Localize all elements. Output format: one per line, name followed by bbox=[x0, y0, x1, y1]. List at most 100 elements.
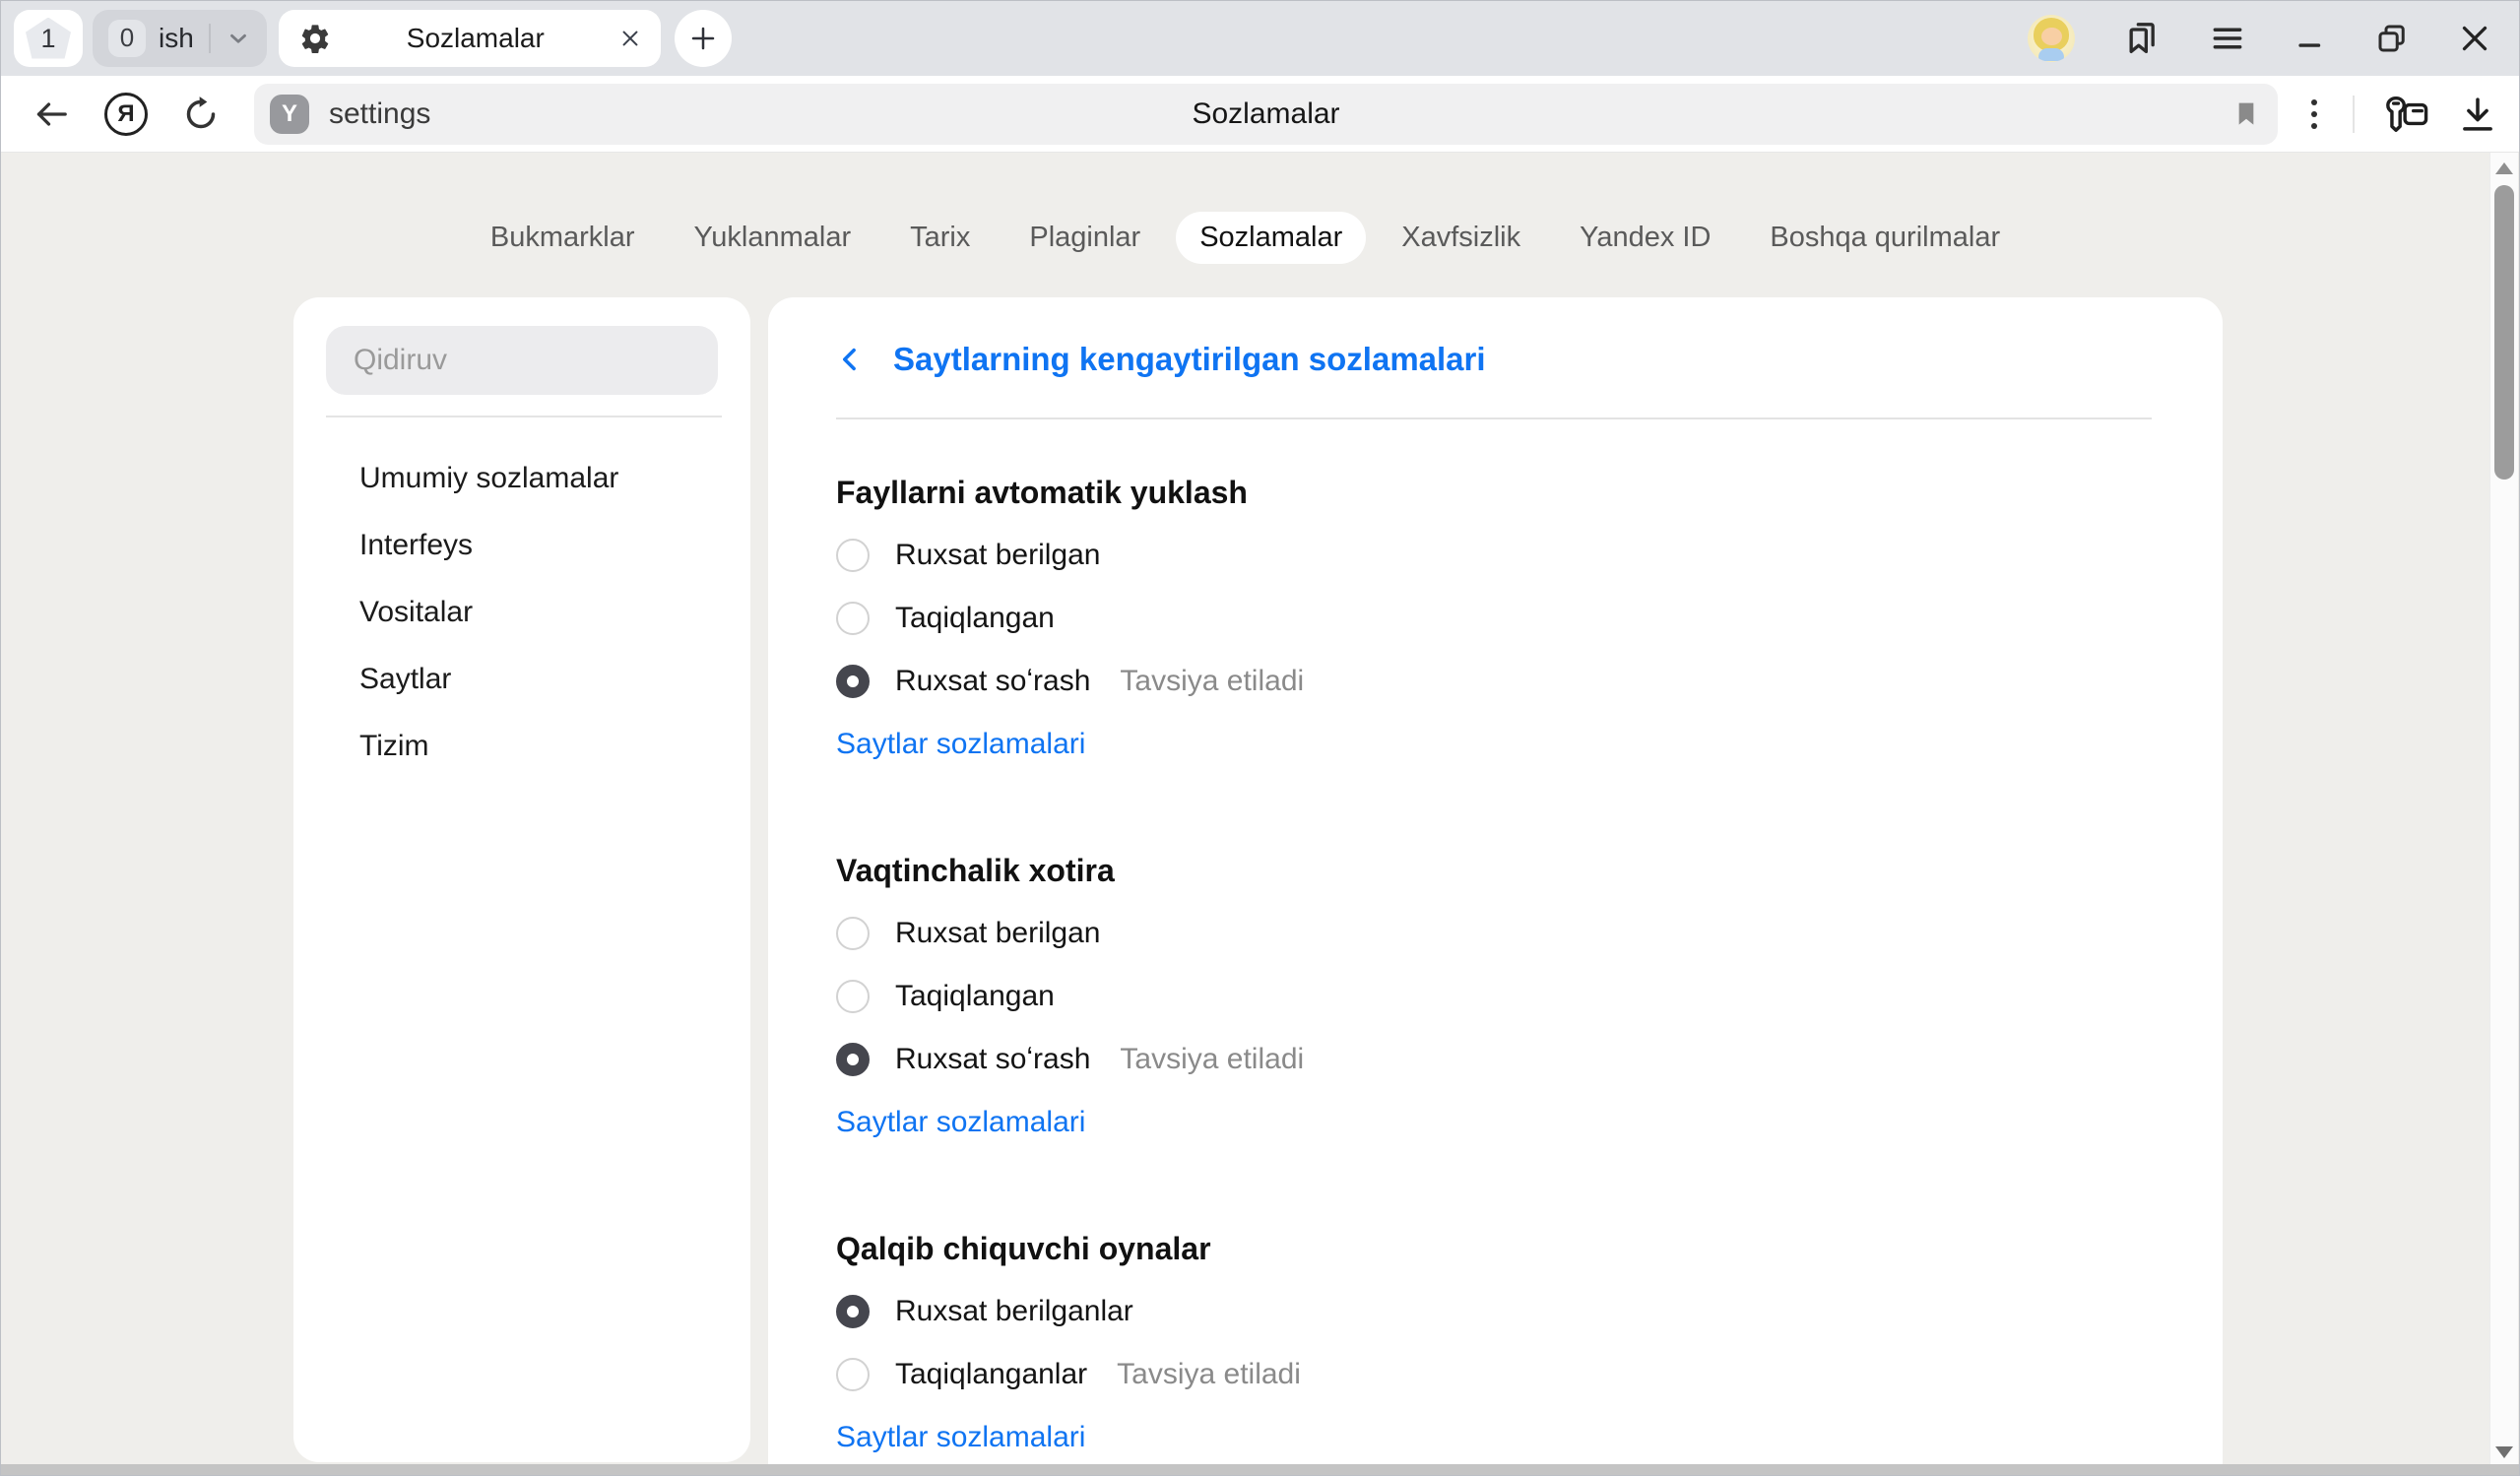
passwords-icon[interactable] bbox=[2382, 93, 2429, 136]
section-title: Fayllarni avtomatik yuklash bbox=[836, 471, 2152, 514]
settings-main-panel: Saytlarning kengaytirilgan sozlamalari F… bbox=[768, 297, 2223, 1476]
sidebar-item-tizim[interactable]: Tizim bbox=[293, 713, 750, 780]
downloads-icon[interactable] bbox=[2457, 94, 2498, 135]
radio-option[interactable]: Ruxsat soʻrash Tavsiya etiladi bbox=[836, 660, 2152, 703]
sidebar-list: Umumiy sozlamalarInterfeysVositalarSaytl… bbox=[293, 445, 750, 780]
minimize-icon[interactable] bbox=[2294, 22, 2327, 55]
tab-title: Sozlamalar bbox=[332, 23, 619, 54]
divider bbox=[209, 24, 211, 53]
tab-close-icon[interactable] bbox=[619, 28, 641, 49]
menu-icon[interactable] bbox=[2209, 20, 2246, 57]
browser-toolbar: Я Y settings Sozlamalar bbox=[0, 76, 2520, 153]
settings-section: Vaqtinchalik xotira Ruxsat berilgan Taqiql… bbox=[836, 849, 2152, 1144]
radio-option[interactable]: Taqiqlangan bbox=[836, 975, 2152, 1018]
address-bar[interactable]: Y settings Sozlamalar bbox=[254, 84, 2278, 145]
header-divider bbox=[836, 417, 2152, 419]
yandex-logo-icon[interactable]: Я bbox=[104, 93, 148, 136]
more-options-icon[interactable] bbox=[2303, 96, 2325, 133]
address-bar-page-title: Sozlamalar bbox=[254, 97, 2278, 131]
tab-strip: 1 0 ish Sozlamalar bbox=[0, 0, 2520, 76]
settings-sidebar: Umumiy sozlamalarInterfeysVositalarSaytl… bbox=[293, 297, 750, 1462]
settings-nav: BukmarklarYuklanmalarTarixPlaginlarSozla… bbox=[0, 212, 2490, 264]
nav-tab-yuklanmalar[interactable]: Yuklanmalar bbox=[671, 212, 875, 264]
advanced-settings-header[interactable]: Saytlarning kengaytirilgan sozlamalari bbox=[836, 335, 2152, 384]
radio-unselected-icon[interactable] bbox=[836, 980, 870, 1013]
site-settings-link[interactable]: Saytlar sozlamalari bbox=[836, 1416, 1085, 1459]
chevron-down-icon[interactable] bbox=[226, 26, 251, 51]
settings-section: Fayllarni avtomatik yuklash Ruxsat berilg… bbox=[836, 471, 2152, 766]
settings-sections: Fayllarni avtomatik yuklash Ruxsat berilg… bbox=[836, 471, 2152, 1459]
radio-label: Taqiqlangan bbox=[895, 602, 1055, 635]
tab-group-count: 0 bbox=[108, 20, 146, 57]
nav-tab-xavfsizlik[interactable]: Xavfsizlik bbox=[1378, 212, 1544, 264]
scrollbar[interactable] bbox=[2489, 153, 2518, 1464]
restore-window-icon[interactable] bbox=[2374, 21, 2410, 56]
tab-counter-value: 1 bbox=[40, 24, 55, 54]
new-tab-button[interactable] bbox=[675, 10, 732, 67]
radio-option[interactable]: Ruxsat berilganlar bbox=[836, 1290, 2152, 1333]
radio-label: Taqiqlangan bbox=[895, 980, 1055, 1013]
nav-tab-yandex-id[interactable]: Yandex ID bbox=[1556, 212, 1734, 264]
all-tabs-button[interactable]: 1 bbox=[14, 10, 83, 67]
site-favicon-badge: Y bbox=[270, 95, 309, 134]
radio-option[interactable]: Ruxsat berilgan bbox=[836, 534, 2152, 577]
window-bottom-edge bbox=[0, 1464, 2520, 1476]
search-input[interactable] bbox=[326, 326, 718, 395]
avatar-face bbox=[2041, 28, 2062, 45]
radio-label: Ruxsat berilgan bbox=[895, 917, 1100, 950]
sidebar-item-interfeys[interactable]: Interfeys bbox=[293, 512, 750, 579]
radio-unselected-icon[interactable] bbox=[836, 539, 870, 572]
site-settings-link[interactable]: Saytlar sozlamalari bbox=[836, 1101, 1085, 1144]
radio-selected-icon[interactable] bbox=[836, 1043, 870, 1076]
radio-option[interactable]: Taqiqlangan bbox=[836, 597, 2152, 640]
site-settings-link[interactable]: Saytlar sozlamalari bbox=[836, 723, 1085, 766]
radio-label: Ruxsat soʻrash bbox=[895, 1043, 1090, 1076]
section-title: Qalqib chiquvchi oynalar bbox=[836, 1227, 2152, 1270]
sidebar-divider bbox=[326, 416, 722, 417]
profile-avatar[interactable] bbox=[2028, 15, 2075, 62]
nav-tab-tarix[interactable]: Tarix bbox=[886, 212, 994, 264]
bookmarks-panel-icon[interactable] bbox=[2122, 19, 2162, 58]
tab-counter-badge: 1 bbox=[26, 18, 71, 59]
scroll-up-arrow-icon[interactable] bbox=[2495, 162, 2513, 174]
gear-icon bbox=[298, 22, 332, 55]
sidebar-item-vositalar[interactable]: Vositalar bbox=[293, 579, 750, 646]
settings-section: Qalqib chiquvchi oynalar Ruxsat berilganl… bbox=[836, 1227, 2152, 1459]
nav-tab-bukmarklar[interactable]: Bukmarklar bbox=[467, 212, 659, 264]
nav-tab-boshqa-qurilmalar[interactable]: Boshqa qurilmalar bbox=[1746, 212, 2024, 264]
radio-unselected-icon[interactable] bbox=[836, 1358, 870, 1391]
scrollbar-thumb[interactable] bbox=[2494, 185, 2514, 480]
radio-option[interactable]: Ruxsat berilgan bbox=[836, 912, 2152, 955]
radio-option[interactable]: Taqiqlanganlar Tavsiya etiladi bbox=[836, 1353, 2152, 1396]
radio-note: Tavsiya etiladi bbox=[1120, 665, 1304, 698]
tab-group[interactable]: 0 ish bbox=[93, 10, 267, 67]
section-title: Vaqtinchalik xotira bbox=[836, 849, 2152, 892]
radio-label: Ruxsat berilganlar bbox=[895, 1295, 1133, 1328]
radio-selected-icon[interactable] bbox=[836, 665, 870, 698]
radio-unselected-icon[interactable] bbox=[836, 917, 870, 950]
close-window-icon[interactable] bbox=[2457, 21, 2492, 56]
reload-icon[interactable] bbox=[181, 95, 221, 134]
radio-label: Ruxsat berilgan bbox=[895, 539, 1100, 572]
radio-selected-icon[interactable] bbox=[836, 1295, 870, 1328]
url-text[interactable]: settings bbox=[329, 97, 430, 131]
settings-page: BukmarklarYuklanmalarTarixPlaginlarSozla… bbox=[0, 153, 2520, 1476]
back-icon[interactable] bbox=[32, 95, 71, 134]
bookmark-icon[interactable] bbox=[2230, 98, 2262, 130]
radio-option[interactable]: Ruxsat soʻrashTavsiya etiladi bbox=[836, 1038, 2152, 1081]
browser-tab-settings[interactable]: Sozlamalar bbox=[279, 10, 661, 67]
radio-note: Tavsiya etiladi bbox=[1117, 1358, 1301, 1391]
page-title[interactable]: Saytlarning kengaytirilgan sozlamalari bbox=[893, 341, 1486, 378]
sidebar-item-umumiy-sozlamalar[interactable]: Umumiy sozlamalar bbox=[293, 445, 750, 512]
nav-tab-sozlamalar[interactable]: Sozlamalar bbox=[1176, 212, 1366, 264]
toolbar-divider bbox=[2353, 96, 2355, 133]
scroll-down-arrow-icon[interactable] bbox=[2495, 1446, 2513, 1458]
sidebar-item-saytlar[interactable]: Saytlar bbox=[293, 646, 750, 713]
site-badge-letter: Y bbox=[282, 100, 297, 128]
radio-label: Ruxsat soʻrash bbox=[895, 665, 1090, 698]
chevron-left-icon[interactable] bbox=[836, 345, 866, 374]
tab-group-name: ish bbox=[159, 23, 194, 54]
radio-label: Taqiqlanganlar bbox=[895, 1358, 1087, 1391]
radio-unselected-icon[interactable] bbox=[836, 602, 870, 635]
nav-tab-plaginlar[interactable]: Plaginlar bbox=[1005, 212, 1164, 264]
